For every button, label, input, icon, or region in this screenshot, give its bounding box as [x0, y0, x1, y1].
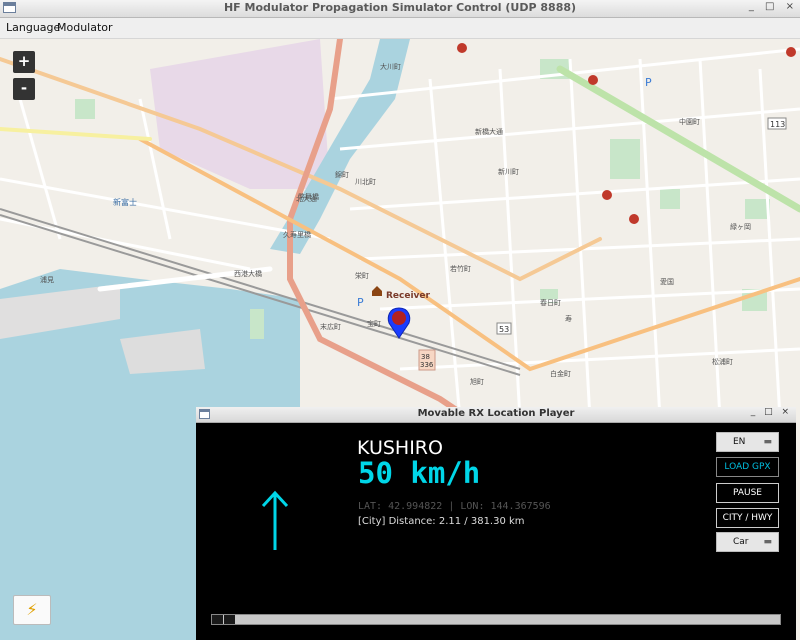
svg-text:久寿里橋: 久寿里橋 — [283, 230, 311, 239]
svg-text:若竹町: 若竹町 — [450, 264, 471, 273]
svg-text:P: P — [357, 296, 364, 309]
svg-text:宝町: 宝町 — [367, 319, 381, 328]
svg-text:西港大橋: 西港大橋 — [234, 269, 262, 278]
coord-separator: | — [448, 501, 455, 512]
road-marker-336: 336 — [420, 361, 434, 369]
svg-text:緑ヶ岡: 緑ヶ岡 — [730, 222, 751, 231]
zoom-in-button[interactable]: + — [13, 51, 35, 73]
playback-progress-fill — [212, 615, 235, 624]
load-gpx-button[interactable]: LOAD GPX — [716, 457, 779, 477]
svg-text:大川町: 大川町 — [380, 62, 401, 71]
road-marker-113: 113 — [770, 120, 785, 129]
vehicle-select[interactable]: Car ▬ — [716, 532, 779, 552]
road-marker-38: 38 — [421, 353, 430, 361]
svg-text:中園町: 中園町 — [679, 117, 700, 126]
lightning-button[interactable]: ⚡ — [13, 595, 51, 625]
pause-button[interactable]: PAUSE — [716, 483, 779, 503]
player-titlebar: Movable RX Location Player _ □ × — [196, 407, 796, 423]
svg-text:新橋大通: 新橋大通 — [475, 127, 503, 136]
menu-bar: Language Modulator — [0, 18, 800, 39]
language-select[interactable]: EN ▬ — [716, 432, 779, 452]
svg-text:新富士: 新富士 — [113, 197, 137, 207]
svg-text:栄町: 栄町 — [355, 271, 369, 280]
svg-text:寿: 寿 — [565, 314, 572, 323]
latitude-value: LAT: 42.994822 — [358, 501, 443, 512]
menu-modulator[interactable]: Modulator — [57, 21, 113, 34]
svg-text:新川町: 新川町 — [498, 167, 519, 176]
main-titlebar: HF Modulator Propagation Simulator Contr… — [0, 0, 800, 18]
window-controls[interactable]: _ □ × — [749, 1, 798, 12]
player-title: Movable RX Location Player — [417, 408, 575, 419]
playback-progress-bar[interactable] — [211, 614, 781, 625]
window-title: HF Modulator Propagation Simulator Contr… — [223, 1, 577, 14]
menu-language[interactable]: Language — [6, 21, 60, 34]
receiver-label: Receiver — [386, 291, 431, 301]
svg-text:P: P — [645, 76, 652, 89]
chevron-down-icon: ▬ — [763, 437, 772, 447]
svg-text:末広町: 末広町 — [320, 322, 341, 331]
heading-arrow-icon — [261, 490, 289, 550]
rx-location-player-window: Movable RX Location Player _ □ × KUSHIRO… — [196, 407, 796, 640]
svg-text:浦見: 浦見 — [40, 275, 54, 284]
speed-readout: 50 km/h — [358, 456, 481, 490]
lightning-icon: ⚡ — [26, 600, 38, 619]
player-window-controls[interactable]: _ □ × — [751, 407, 792, 417]
svg-text:愛国: 愛国 — [660, 277, 674, 286]
svg-text:川北町: 川北町 — [355, 178, 376, 186]
svg-text:春日町: 春日町 — [540, 298, 561, 307]
chevron-down-icon: ▬ — [763, 537, 772, 547]
road-marker-53: 53 — [499, 325, 509, 334]
svg-text:錦町: 錦町 — [335, 170, 349, 179]
language-select-value: EN — [733, 437, 746, 447]
coordinates-readout: LAT: 42.994822 | LON: 144.367596 — [358, 501, 551, 512]
svg-text:幣舞橋: 幣舞橋 — [298, 192, 319, 201]
svg-text:旭町: 旭町 — [470, 377, 484, 386]
vehicle-select-value: Car — [733, 537, 749, 547]
longitude-value: LON: 144.367596 — [460, 501, 551, 512]
city-hwy-button[interactable]: CITY / HWY — [716, 508, 779, 528]
svg-text:松浦町: 松浦町 — [712, 357, 733, 366]
zoom-out-button[interactable]: - — [13, 78, 35, 100]
distance-readout: [City] Distance: 2.11 / 381.30 km — [358, 516, 525, 527]
svg-text:白金町: 白金町 — [550, 369, 571, 378]
